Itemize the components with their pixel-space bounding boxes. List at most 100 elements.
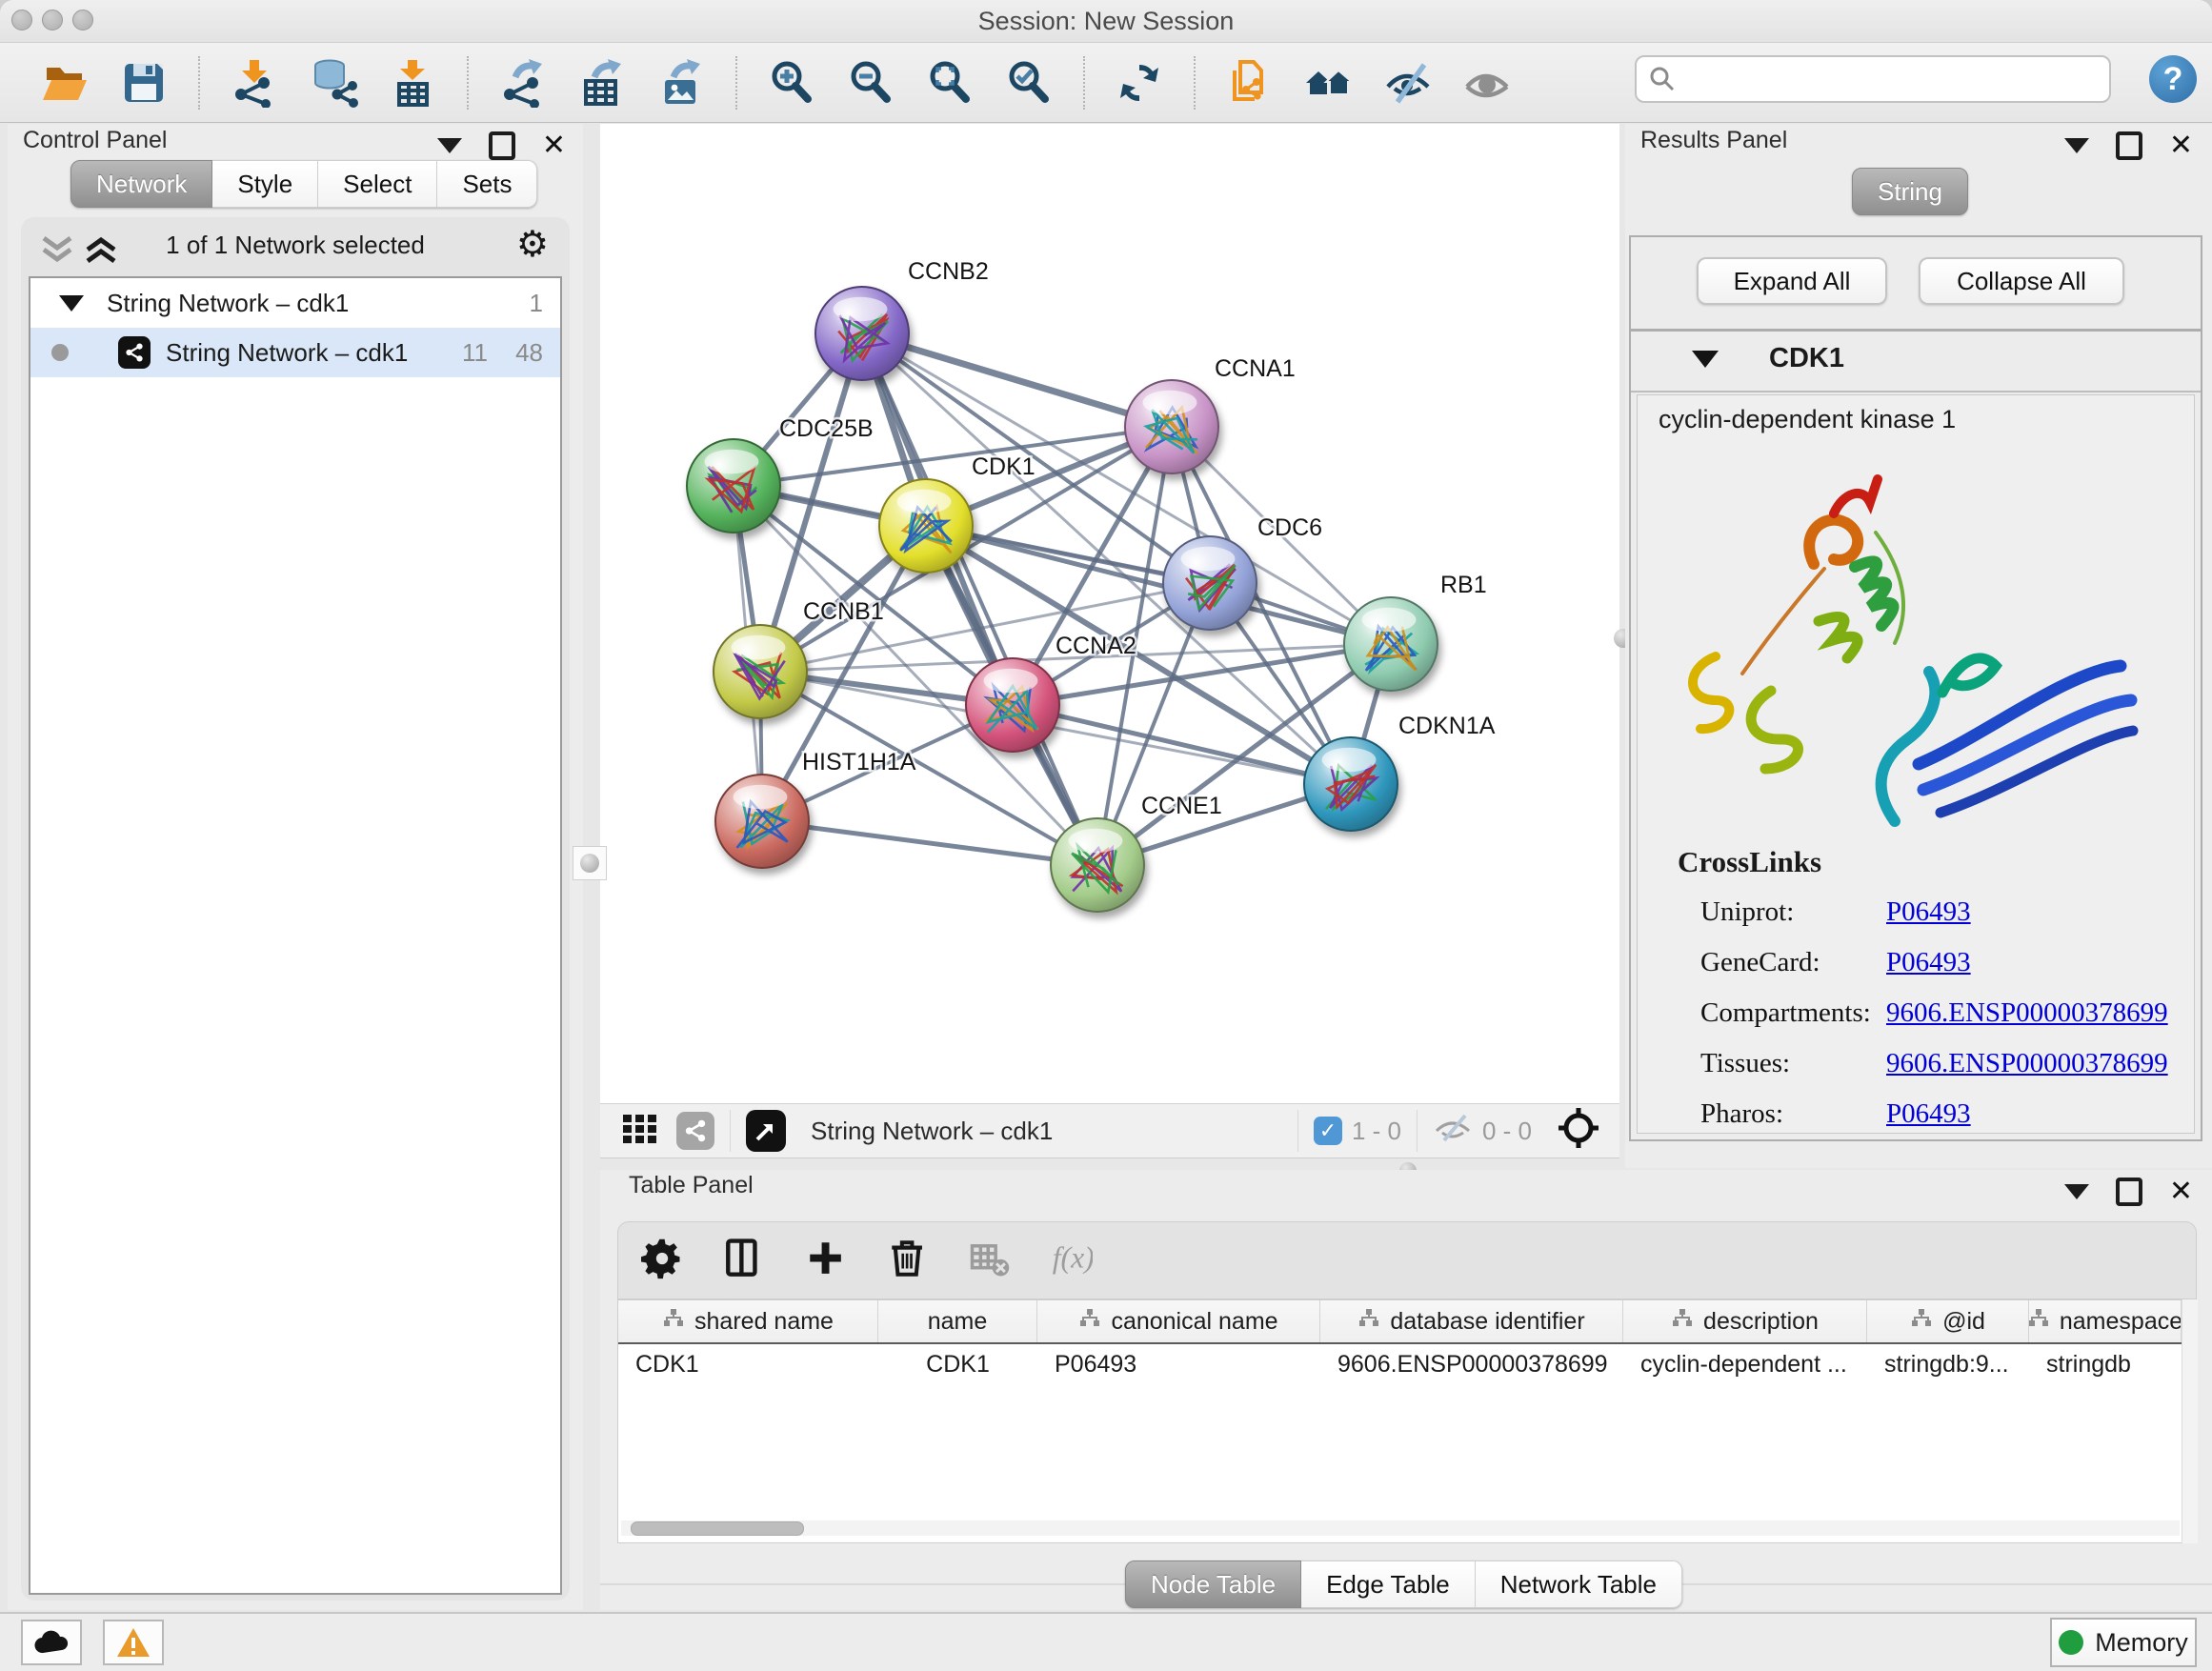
- tab-style[interactable]: Style: [212, 160, 318, 208]
- left-splitter-handle[interactable]: [573, 846, 607, 880]
- network-collection-row[interactable]: String Network – cdk1 1: [30, 278, 560, 328]
- network-edge[interactable]: [1013, 705, 1351, 784]
- section-expander-icon[interactable]: [1692, 351, 1719, 368]
- collapse-all-button[interactable]: Collapse All: [1919, 257, 2124, 305]
- hide-graphics-details-icon[interactable]: [1383, 58, 1433, 108]
- network-edge[interactable]: [762, 821, 1097, 865]
- network-graph[interactable]: CCNB2CCNA1CDC25BCDK1CDC6RB1CCNB1CCNA2CDK…: [600, 124, 1619, 1103]
- crosslink-link[interactable]: 9606.ENSP00000378699: [1886, 997, 2168, 1029]
- table-cell[interactable]: cyclin-dependent ...: [1623, 1344, 1867, 1384]
- warning-status-button[interactable]: [103, 1620, 164, 1665]
- hidden-items-eye-icon[interactable]: [1433, 1112, 1473, 1151]
- column-header-database-identifier[interactable]: database identifier: [1320, 1300, 1623, 1342]
- table-cell[interactable]: CDK1: [878, 1344, 1037, 1384]
- tab-select[interactable]: Select: [318, 160, 437, 208]
- memory-button[interactable]: Memory: [2050, 1618, 2197, 1667]
- tab-node-table[interactable]: Node Table: [1125, 1560, 1301, 1608]
- table-panel-title: Table Panel: [629, 1172, 754, 1199]
- column-header-namespace[interactable]: namespace: [2029, 1300, 2182, 1342]
- table-cell[interactable]: CDK1: [618, 1344, 878, 1384]
- crosslink-link[interactable]: P06493: [1886, 896, 1971, 928]
- birdseye-view-icon[interactable]: [1557, 1106, 1600, 1157]
- panel-collapse-icon[interactable]: [2064, 1184, 2089, 1199]
- grid-view-icon[interactable]: [621, 1109, 659, 1154]
- save-session-icon[interactable]: [119, 58, 169, 108]
- crosslink-link[interactable]: 9606.ENSP00000378699: [1886, 1048, 2168, 1079]
- panel-close-icon[interactable]: ✕: [2169, 1181, 2193, 1202]
- panel-float-icon[interactable]: [2116, 131, 2142, 160]
- cloud-status-button[interactable]: [21, 1620, 82, 1665]
- network-node-CCNA1[interactable]: CCNA1: [1125, 355, 1296, 473]
- tree-expander-icon[interactable]: [59, 295, 84, 312]
- search-input[interactable]: [1677, 65, 2090, 94]
- column-header-description[interactable]: description: [1623, 1300, 1867, 1342]
- network-row[interactable]: String Network – cdk1 11 48: [30, 328, 560, 377]
- panel-collapse-icon[interactable]: [2064, 138, 2089, 153]
- zoom-out-icon[interactable]: [846, 58, 895, 108]
- network-canvas[interactable]: CCNB2CCNA1CDC25BCDK1CDC6RB1CCNB1CCNA2CDK…: [600, 124, 1619, 1103]
- column-label: description: [1703, 1308, 1819, 1336]
- table-cell[interactable]: stringdb: [2029, 1344, 2182, 1384]
- panel-collapse-icon[interactable]: [437, 138, 462, 153]
- export-table-icon[interactable]: [577, 58, 627, 108]
- panel-float-icon[interactable]: [2116, 1178, 2142, 1206]
- selected-items-checkbox-icon[interactable]: ✓: [1314, 1117, 1342, 1145]
- zoom-fit-icon[interactable]: [925, 58, 975, 108]
- zoom-selected-icon[interactable]: [1004, 58, 1054, 108]
- column-header-canonical-name[interactable]: canonical name: [1037, 1300, 1320, 1342]
- network-node-CDKN1A[interactable]: CDKN1A: [1304, 713, 1496, 831]
- table-settings-icon[interactable]: [641, 1238, 683, 1284]
- column-header-name[interactable]: name: [878, 1300, 1037, 1342]
- help-button[interactable]: ?: [2149, 55, 2197, 103]
- import-network-database-icon[interactable]: [309, 58, 358, 108]
- network-node-RB1[interactable]: RB1: [1344, 572, 1487, 691]
- table-cell[interactable]: stringdb:9...: [1867, 1344, 2029, 1384]
- expand-all-button[interactable]: Expand All: [1697, 257, 1887, 305]
- table-cell[interactable]: P06493: [1037, 1344, 1320, 1384]
- external-window-icon[interactable]: [746, 1110, 786, 1152]
- export-image-icon[interactable]: [656, 58, 706, 108]
- tab-network-table[interactable]: Network Table: [1476, 1560, 1682, 1608]
- tab-edge-table[interactable]: Edge Table: [1301, 1560, 1476, 1608]
- first-neighbors-icon[interactable]: [1304, 58, 1354, 108]
- import-table-icon[interactable]: [388, 58, 437, 108]
- crosslink-link[interactable]: P06493: [1886, 947, 1971, 978]
- panel-close-icon[interactable]: ✕: [542, 135, 566, 156]
- network-edge[interactable]: [862, 333, 1097, 865]
- column-type-icon: [2029, 1307, 2050, 1337]
- crosslink-link[interactable]: P06493: [1886, 1098, 1971, 1130]
- network-node-CDC25B[interactable]: CDC25B: [687, 415, 874, 533]
- open-session-icon[interactable]: [40, 58, 90, 108]
- network-options-gear-icon[interactable]: ⚙: [516, 227, 549, 263]
- table-vertical-scrollbar[interactable]: [2182, 1299, 2198, 1543]
- protein-header-row[interactable]: CDK1: [1631, 332, 2201, 393]
- tab-network[interactable]: Network: [70, 160, 212, 208]
- share-view-icon[interactable]: [676, 1112, 714, 1150]
- search-field[interactable]: [1635, 55, 2111, 103]
- tab-sets[interactable]: Sets: [437, 160, 537, 208]
- copy-network-icon[interactable]: [1225, 58, 1275, 108]
- network-node-HIST1H1A[interactable]: HIST1H1A: [715, 749, 916, 868]
- column-header-shared-name[interactable]: shared name: [618, 1300, 878, 1342]
- scrollbar-thumb[interactable]: [631, 1521, 804, 1536]
- refresh-layout-icon[interactable]: [1115, 58, 1164, 108]
- network-node-CCNE1[interactable]: CCNE1: [1051, 793, 1222, 912]
- delete-column-icon[interactable]: [887, 1238, 929, 1284]
- table-horizontal-scrollbar[interactable]: [621, 1520, 2180, 1536]
- tab-string[interactable]: String: [1852, 168, 1968, 215]
- column-header--id[interactable]: @id: [1867, 1300, 2029, 1342]
- panel-close-icon[interactable]: ✕: [2169, 135, 2193, 156]
- show-graphics-details-icon[interactable]: [1462, 58, 1512, 108]
- import-network-icon[interactable]: [230, 58, 279, 108]
- network-node-CCNB1[interactable]: CCNB1: [714, 598, 884, 718]
- table-row[interactable]: CDK1CDK1P064939606.ENSP00000378699cyclin…: [618, 1344, 2196, 1385]
- network-node-CDK1[interactable]: CDK1: [879, 453, 1036, 573]
- panel-float-icon[interactable]: [489, 131, 515, 160]
- zoom-in-icon[interactable]: [767, 58, 816, 108]
- show-column-icon[interactable]: [723, 1238, 765, 1284]
- crosslinks-list: Uniprot:P06493GeneCard:P06493Compartment…: [1700, 887, 2177, 1139]
- create-column-icon[interactable]: [805, 1238, 847, 1284]
- network-edge[interactable]: [862, 333, 1172, 427]
- table-cell[interactable]: 9606.ENSP00000378699: [1320, 1344, 1623, 1384]
- export-network-icon[interactable]: [498, 58, 548, 108]
